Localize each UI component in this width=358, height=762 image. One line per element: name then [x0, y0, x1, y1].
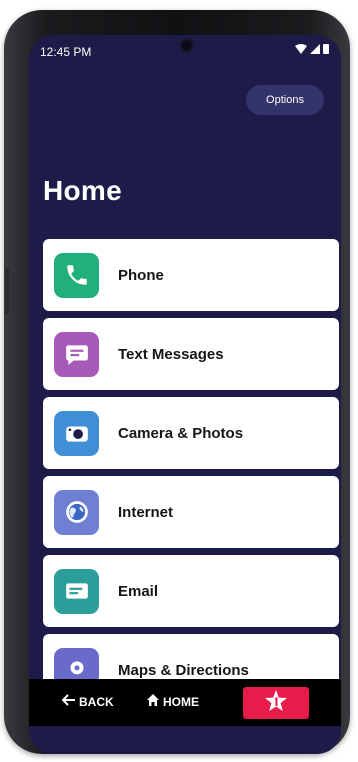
menu-item-label: Phone — [118, 266, 164, 284]
phone-icon — [54, 252, 99, 298]
menu-item-camera-photos[interactable]: Camera & Photos — [43, 397, 339, 469]
urgent-response-button[interactable] — [243, 687, 309, 719]
front-camera — [182, 40, 192, 50]
options-button[interactable]: Options — [246, 85, 324, 115]
home-button[interactable]: HOME — [147, 694, 199, 709]
menu-item-label: Text Messages — [118, 345, 224, 363]
menu-item-text-messages[interactable]: Text Messages — [43, 318, 339, 390]
menu-item-phone[interactable]: Phone — [43, 239, 339, 311]
status-icons — [295, 44, 329, 54]
message-icon — [54, 331, 99, 377]
map-icon — [54, 647, 99, 679]
status-bar: 12:45 PM — [29, 35, 341, 63]
screen: 12:45 PM Options Home Phone Text Message… — [29, 35, 341, 754]
home-menu-list[interactable]: Phone Text Messages Camera & Photos Inte… — [43, 239, 339, 679]
signal-icon — [310, 44, 320, 54]
menu-item-internet[interactable]: Internet — [43, 476, 339, 548]
bottom-nav-bar: BACK HOME — [29, 679, 341, 726]
urgent-response-star-icon — [264, 689, 288, 718]
phone-frame: 12:45 PM Options Home Phone Text Message… — [4, 10, 350, 754]
back-label: BACK — [79, 694, 114, 709]
home-icon — [147, 694, 159, 709]
globe-icon — [54, 489, 99, 535]
menu-item-maps-directions[interactable]: Maps & Directions — [43, 634, 339, 679]
arrow-left-icon — [61, 694, 76, 709]
menu-item-label: Maps & Directions — [118, 661, 249, 679]
status-time: 12:45 PM — [40, 45, 92, 59]
side-button[interactable] — [5, 268, 9, 314]
camera-icon — [54, 410, 99, 456]
menu-item-label: Internet — [118, 503, 174, 521]
page-title: Home — [43, 175, 122, 206]
battery-icon — [323, 44, 329, 54]
menu-item-label: Email — [118, 582, 159, 600]
email-icon — [54, 568, 99, 614]
back-button[interactable]: BACK — [61, 694, 114, 709]
home-label: HOME — [163, 694, 199, 709]
menu-item-email[interactable]: Email — [43, 555, 339, 627]
wifi-icon — [295, 44, 307, 54]
menu-item-label: Camera & Photos — [118, 424, 244, 442]
